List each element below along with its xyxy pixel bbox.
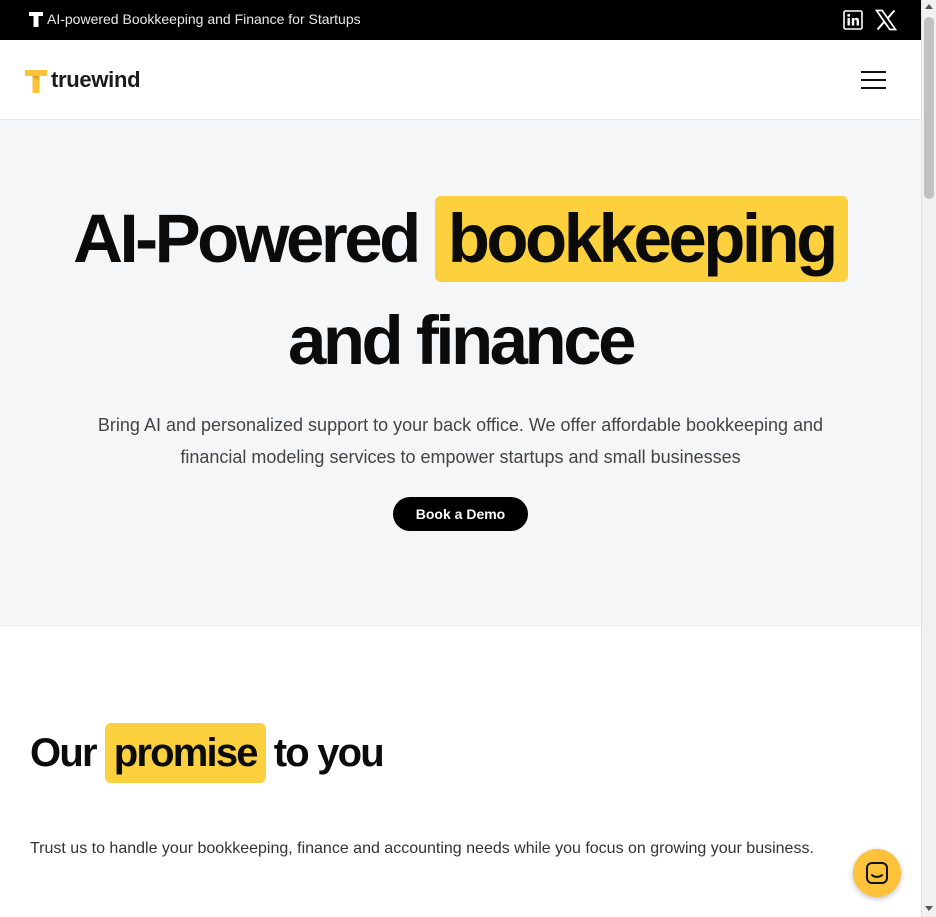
hero-subtitle: Bring AI and personalized support to you… (97, 415, 824, 467)
promise-title-part: to you (273, 731, 385, 775)
hero-title-line-1: AI-Powered bookkeeping (0, 196, 921, 286)
hamburger-menu-icon[interactable] (858, 67, 888, 93)
vertical-scrollbar[interactable] (921, 0, 936, 917)
announcement-bar: AI-powered Bookkeeping and Finance for S… (0, 0, 921, 40)
truewind-logo-icon[interactable] (24, 68, 48, 94)
hero-title-part: AI-Powered (73, 200, 421, 277)
scroll-up-arrow-icon[interactable] (925, 4, 933, 9)
promise-title-highlight: promise (104, 723, 266, 783)
promise-text: Trust us to handle your bookkeeping, fin… (30, 840, 814, 857)
site-header: truewind (0, 40, 921, 120)
promise-title-part: Our (30, 731, 98, 775)
hero-section: AI-Powered bookkeeping and finance Bring … (0, 120, 921, 626)
page: AI-powered Bookkeeping and Finance for S… (0, 0, 921, 917)
scroll-down-arrow-icon[interactable] (925, 906, 933, 911)
announcement-text: AI-powered Bookkeeping and Finance for S… (47, 11, 361, 27)
chat-launcher-icon (866, 862, 888, 884)
x-twitter-icon[interactable] (875, 9, 897, 31)
truewind-t-icon (29, 12, 43, 27)
chat-launcher-button[interactable] (853, 849, 901, 897)
logo-text[interactable]: truewind (51, 67, 141, 93)
book-demo-button[interactable]: Book a Demo (393, 497, 528, 531)
hero-title-line-2: and finance (288, 302, 636, 379)
scrollbar-thumb[interactable] (924, 17, 934, 199)
promise-heading: Our promise to you (30, 723, 385, 783)
hero-title-highlight: bookkeeping (434, 196, 848, 282)
linkedin-icon[interactable] (843, 10, 863, 30)
